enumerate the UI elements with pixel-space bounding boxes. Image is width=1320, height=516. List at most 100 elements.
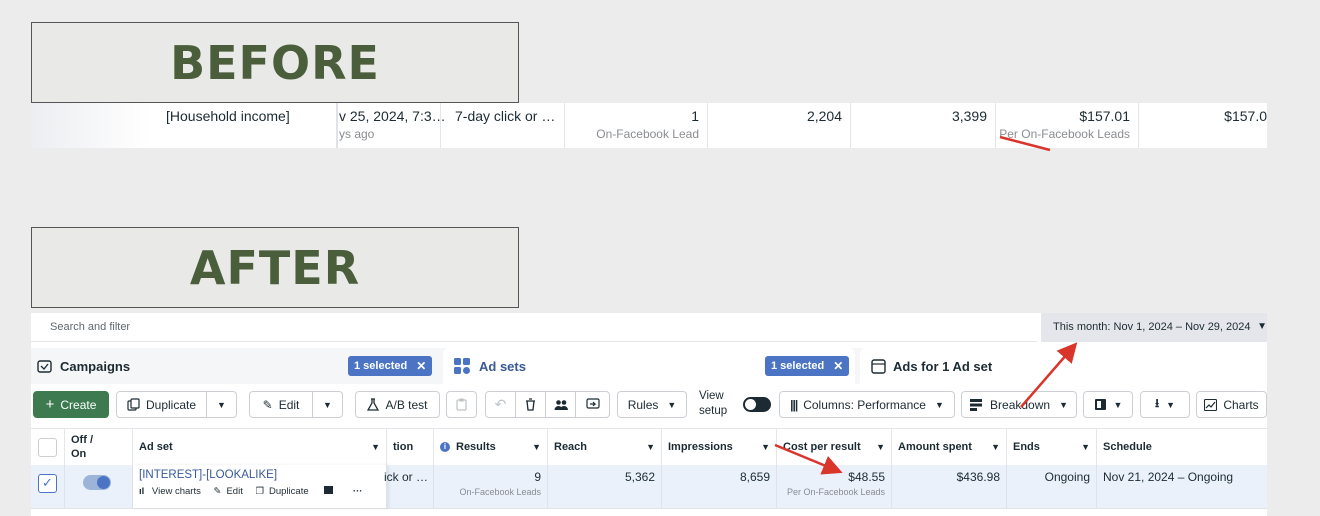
columns-button[interactable]: ||| Columns: Performance ▼ [779,391,955,418]
chevron-down-icon: ▼ [371,442,380,452]
tab-campaigns[interactable]: Campaigns 1 selected ✕ [31,348,438,384]
search-input[interactable]: Search and filter [31,313,1037,342]
edit-dropdown-button[interactable]: ▼ [312,391,343,418]
clipboard-icon [456,398,467,411]
edit-link[interactable]: ✎ Edit [214,486,248,497]
table-row[interactable]: ✓ [INTEREST]-[LOOKALIKE] ıl View charts … [31,465,1267,509]
ads-manager-panel: Search and filter This month: Nov 1, 202… [31,313,1267,516]
select-all-checkbox[interactable] [38,438,57,457]
view-charts-link[interactable]: ıl View charts [139,486,206,497]
charts-button[interactable]: Charts [1196,391,1267,418]
view-charts-label: View charts [151,486,201,497]
delete-button[interactable] [515,391,546,418]
before-last-edit-cell: v 25, 2024, 7:3… ys ago [336,103,446,148]
header-amount-spent[interactable]: Amount spent ▼ [892,429,1007,465]
chart-icon [1204,398,1218,411]
adset-on-off-toggle[interactable] [83,475,111,490]
before-results-sub: On-Facebook Lead [596,127,699,141]
export-button[interactable]: ⭳ ▼ [1140,391,1190,418]
header-cost-per-result[interactable]: Cost per result ▼ [777,429,892,465]
bar-chart-icon: ıl [139,486,145,497]
charts-button-label: Charts [1223,397,1259,412]
before-last-edit: v 25, 2024, 7:3… [339,108,446,124]
date-range-picker[interactable]: This month: Nov 1, 2024 – Nov 29, 2024 ▼ [1041,313,1267,342]
duplicate-button-label: Duplicate [145,397,197,412]
adsets-grid-icon [454,358,470,374]
before-adset-cell: [Household income] [31,103,338,148]
header-results-label: Results [456,441,496,453]
before-table-row: [Household income] v 25, 2024, 7:3… ys a… [31,103,1267,148]
header-schedule[interactable]: Schedule [1097,429,1267,465]
before-reach: 2,204 [806,108,842,124]
header-ends-label: Ends [1013,441,1040,453]
chevron-down-icon: ▼ [217,399,226,410]
breakdown-button[interactable]: Breakdown ▼ [961,391,1077,418]
image-icon[interactable] [324,486,334,494]
ab-test-button[interactable]: A/B test [355,391,440,418]
undo-button[interactable]: ↶ [485,391,516,418]
row-adset-cell: [INTEREST]-[LOOKALIKE] ıl View charts ✎ E… [133,465,387,508]
row-results-sub: On-Facebook Leads [459,487,541,497]
toggle-knob [745,399,756,410]
header-cost-label: Cost per result [783,441,861,453]
tab-adsets[interactable]: Ad sets 1 selected ✕ [443,348,855,384]
header-impressions[interactable]: Impressions ▼ [662,429,777,465]
share-button[interactable] [575,391,610,418]
before-attribution-cell: 7-day click or … [440,103,565,148]
campaigns-selected-chip[interactable]: 1 selected ✕ [348,356,433,376]
create-button[interactable]: + Create [33,391,109,418]
header-offon-label: Off / On [71,434,93,460]
header-reach[interactable]: Reach ▼ [548,429,662,465]
row-reach-cell: 5,362 [548,465,662,508]
close-icon[interactable]: ✕ [416,359,426,373]
rules-button-label: Rules [627,397,659,412]
tab-campaigns-label: Campaigns [60,358,131,374]
chevron-down-icon: ▼ [1166,399,1176,410]
tab-adsets-label: Ad sets [479,358,526,374]
reports-button[interactable]: ▼ [1083,391,1133,418]
header-attribution[interactable]: tion [387,429,434,465]
row-cost-per-result: $48.55 [848,470,885,484]
campaigns-icon [37,360,52,373]
header-offon[interactable]: Off / On [65,429,133,465]
before-label-box: BEFORE [31,22,519,103]
chevron-down-icon: ▼ [991,442,1000,452]
header-adset-label: Ad set [139,441,173,453]
duplicate-label: Duplicate [269,486,309,497]
before-impressions-cell: 3,399 [850,103,996,148]
header-adset[interactable]: Ad set ▼ [133,429,387,465]
adsets-selected-chip[interactable]: 1 selected ✕ [765,356,850,376]
duplicate-dropdown-button[interactable]: ▼ [206,391,237,418]
before-impressions: 3,399 [951,108,987,124]
header-reach-label: Reach [554,441,588,453]
close-icon[interactable]: ✕ [833,359,843,373]
adsets-chip-label: 1 selected [771,360,825,372]
header-attribution-label: tion [393,441,414,453]
before-cost-cell: $157.01 Per On-Facebook Leads [995,103,1139,148]
duplicate-icon: ❐ [255,486,265,497]
toggle-knob [97,476,110,489]
header-results[interactable]: i Results ▼ [434,429,548,465]
more-icon[interactable]: ··· [353,486,363,497]
chevron-down-icon: ▼ [1059,399,1068,410]
adset-name-link[interactable]: [INTEREST]-[LOOKALIKE] [139,469,277,481]
chevron-down-icon: ▼ [761,442,770,452]
row-checkbox[interactable]: ✓ [38,474,57,493]
header-ends[interactable]: Ends ▼ [1007,429,1097,465]
before-cost-per-result: $157.01 [1079,108,1130,124]
before-adset-name[interactable]: [Household income] [166,108,290,124]
campaigns-chip-label: 1 selected [354,360,408,372]
row-cost-sub: Per On-Facebook Leads [786,487,885,497]
before-amount-spent: $157.0 [1224,108,1267,124]
clipboard-button[interactable] [446,391,477,418]
audience-button[interactable] [545,391,576,418]
chevron-down-icon: ▼ [646,442,655,452]
duplicate-button[interactable]: Duplicate [116,391,207,418]
share-icon [585,398,600,409]
rules-button[interactable]: Rules ▼ [617,391,687,418]
before-last-edit-sub: ys ago [339,127,375,141]
edit-button[interactable]: ✎ Edit [249,391,313,418]
view-setup-toggle[interactable] [743,397,771,412]
tab-ads[interactable]: Ads for 1 Ad set [860,348,1267,384]
duplicate-link[interactable]: ❐ Duplicate [255,486,313,497]
